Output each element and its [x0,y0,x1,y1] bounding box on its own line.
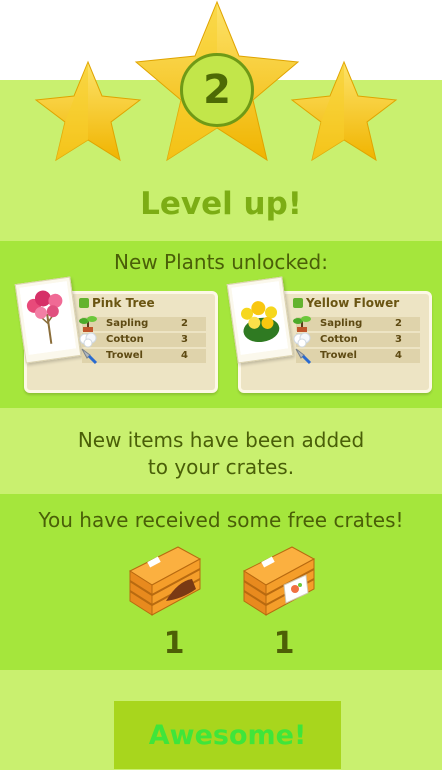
level-number-badge: 2 [180,53,254,127]
awesome-button[interactable]: Awesome! [114,701,341,769]
seed-packet-crate-icon [242,546,316,616]
new-plants-heading: New Plants unlocked: [114,250,328,274]
plant-name-pink-tree: Pink Tree [79,296,155,310]
requirement-row: Trowel 4 [81,348,206,365]
trowel-icon [295,348,312,365]
requirement-row: Trowel 4 [295,348,420,365]
plant-name-yellow-flower: Yellow Flower [293,296,399,310]
star-right-icon [290,60,398,162]
pink-tree-icon [19,281,77,356]
star-left-icon [34,60,142,162]
yellow-flower-icon [231,281,289,356]
yellow-flower-photo [226,276,294,364]
items-added-message: New items have been added to your crates… [77,428,365,479]
pink-tree-photo [14,276,82,364]
seed-icon [79,298,89,308]
requirement-row: Sapling 2 [293,316,420,332]
crate-count: 1 [163,626,185,661]
requirement-row: Cotton 3 [79,332,206,348]
plant-name-label: Pink Tree [92,296,155,310]
soil-crate-icon [128,546,202,616]
seed-icon [293,298,303,308]
requirement-row: Sapling 2 [79,316,206,332]
free-crates-heading: You have received some free crates! [38,508,404,532]
level-up-title: Level up! [140,186,302,222]
trowel-icon [81,348,98,365]
plant-name-label: Yellow Flower [306,296,400,310]
crate-count: 1 [273,626,295,661]
requirement-row: Cotton 3 [293,332,420,348]
